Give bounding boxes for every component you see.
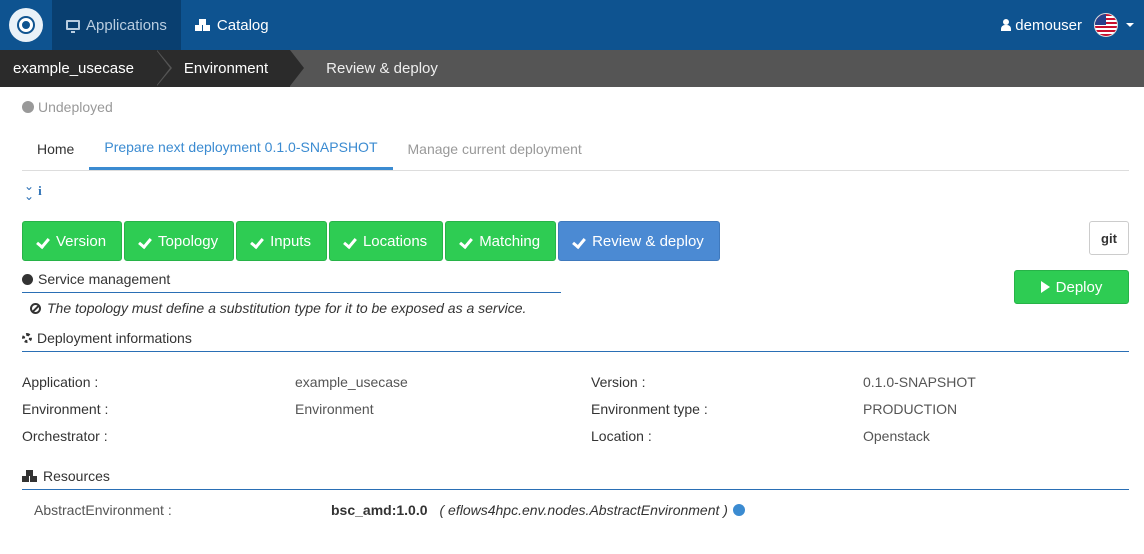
version-value: 0.1.0-SNAPSHOT (863, 373, 976, 390)
environment-type-value: PRODUCTION (863, 400, 958, 417)
service-management-section: Service management The topology must def… (22, 266, 1129, 323)
orchestrator-value (295, 422, 591, 449)
user-menu[interactable]: demouser (1001, 0, 1144, 50)
check-icon (574, 237, 586, 246)
resources-header: Resources (22, 463, 1129, 490)
check-icon (252, 237, 264, 246)
ban-icon (30, 302, 41, 314)
step-matching[interactable]: Matching (445, 221, 557, 261)
nav-applications[interactable]: Applications (52, 0, 181, 50)
breadcrumb-environment[interactable]: Environment (155, 50, 305, 87)
deployment-steps: Version Topology Inputs Locations Matchi… (22, 221, 1129, 261)
service-management-message: The topology must define a substitution … (22, 293, 1129, 323)
gear-icon (22, 333, 32, 343)
deployment-info-grid: Application : example_usecase Version : … (22, 368, 1129, 449)
location-label: Location : (591, 427, 652, 444)
check-icon (461, 237, 473, 246)
cubes-icon (22, 470, 38, 482)
resource-name: AbstractEnvironment : (34, 502, 172, 518)
breadcrumb-application[interactable]: example_usecase (0, 50, 172, 87)
resource-row: AbstractEnvironment : bsc_amd:1.0.0 ( ef… (22, 490, 1129, 530)
tab-manage-deployment[interactable]: Manage current deployment (393, 127, 597, 170)
caret-down-icon[interactable] (1126, 23, 1134, 27)
play-icon (1040, 281, 1050, 293)
tab-prepare-deployment[interactable]: Prepare next deployment 0.1.0-SNAPSHOT (89, 127, 393, 170)
version-label: Version : (591, 373, 646, 390)
us-flag-icon[interactable] (1094, 13, 1118, 37)
check-icon (345, 237, 357, 246)
service-management-header: Service management (22, 266, 561, 293)
orchestrator-label: Orchestrator : (22, 427, 108, 444)
deployment-status: Undeployed (22, 87, 1129, 127)
main-content: Undeployed Home Prepare next deployment … (0, 87, 1144, 530)
username: demouser (1015, 16, 1082, 34)
breadcrumb: example_usecase Environment Review & dep… (0, 50, 1144, 87)
application-value: example_usecase (295, 373, 408, 390)
step-topology[interactable]: Topology (124, 221, 235, 261)
application-label: Application : (22, 373, 99, 390)
resource-full-type: ( eflows4hpc.env.nodes.AbstractEnvironme… (439, 502, 728, 518)
environment-value: Environment (295, 400, 374, 417)
info-icon: i (38, 182, 42, 198)
status-dot-icon (22, 101, 34, 113)
step-locations[interactable]: Locations (328, 221, 444, 261)
environment-label: Environment : (22, 400, 109, 417)
app-logo[interactable] (0, 0, 52, 50)
location-value: Openstack (863, 427, 930, 444)
step-version[interactable]: Version (22, 221, 123, 261)
check-icon (38, 237, 50, 246)
deploy-button[interactable]: Deploy (1014, 270, 1129, 304)
double-chevron-down-icon: ⌄ ⌄ (24, 178, 35, 203)
step-inputs[interactable]: Inputs (236, 221, 327, 261)
nav-catalog-label: Catalog (216, 16, 269, 34)
step-review-deploy[interactable]: Review & deploy (558, 221, 720, 261)
nav-catalog[interactable]: Catalog (181, 0, 283, 50)
git-button[interactable]: git (1089, 221, 1129, 255)
top-navbar: Applications Catalog demouser (0, 0, 1144, 50)
check-icon (140, 237, 152, 246)
status-label: Undeployed (38, 99, 113, 115)
globe-icon (22, 273, 33, 285)
breadcrumb-review-deploy: Review & deploy (326, 60, 438, 77)
globe-icon[interactable] (732, 504, 745, 516)
environment-type-label: Environment type : (591, 400, 708, 417)
tab-home[interactable]: Home (22, 127, 89, 170)
monitor-icon (66, 20, 80, 33)
resource-type: bsc_amd:1.0.0 (331, 502, 428, 518)
tabs: Home Prepare next deployment 0.1.0-SNAPS… (22, 127, 1129, 171)
nav-applications-label: Applications (86, 16, 167, 34)
deployment-info-header: Deployment informations (22, 325, 1129, 352)
logo-icon (9, 8, 43, 42)
cubes-icon (194, 19, 211, 31)
info-toggle[interactable]: ⌄ ⌄ i (22, 171, 1129, 210)
user-icon (1001, 19, 1012, 31)
